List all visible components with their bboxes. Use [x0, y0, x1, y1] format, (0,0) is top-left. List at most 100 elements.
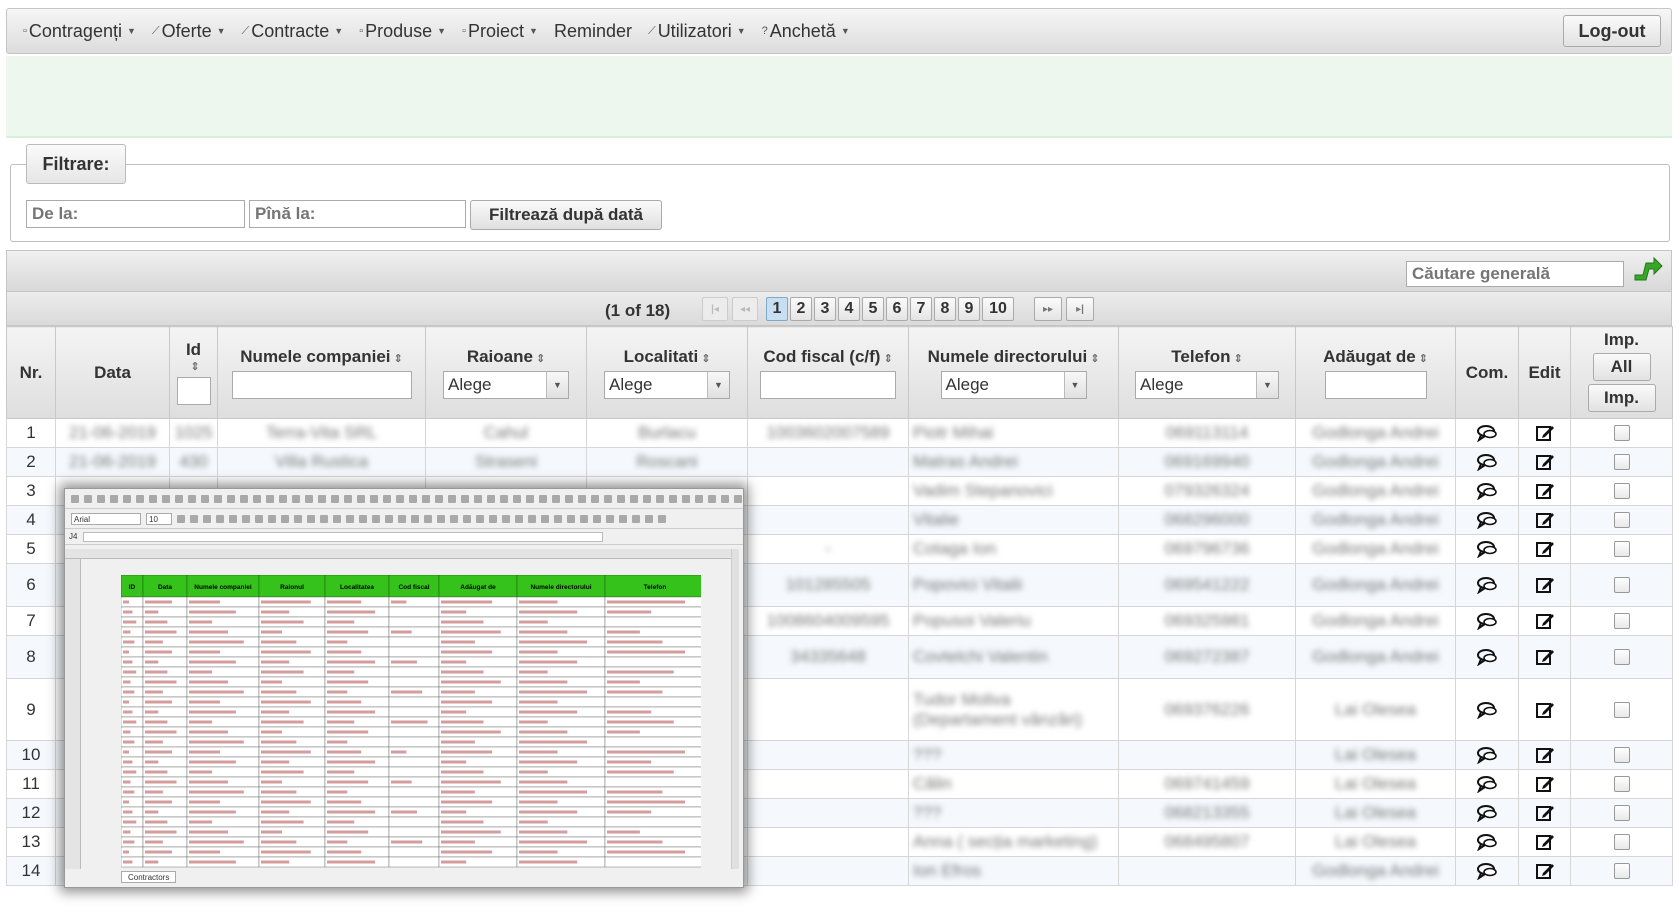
telefon-select[interactable]: Alege ▼ [1135, 370, 1279, 399]
comment-icon[interactable] [1460, 576, 1514, 594]
page-button[interactable]: 4 [838, 297, 860, 321]
global-search-input[interactable] [1406, 261, 1624, 287]
excel-export-icon[interactable] [1632, 255, 1664, 288]
sort-icon[interactable]: ⇕ [1233, 353, 1242, 365]
comment-icon[interactable] [1460, 862, 1514, 880]
edit-icon[interactable] [1523, 774, 1566, 794]
sort-icon[interactable]: ⇕ [1419, 353, 1428, 365]
logout-button[interactable]: Log-out [1563, 15, 1661, 47]
filter-legend[interactable]: Filtrare: [26, 144, 126, 184]
edit-icon[interactable] [1523, 481, 1566, 501]
chevron-down-icon[interactable]: ▼ [707, 371, 729, 398]
comment-icon[interactable] [1460, 453, 1514, 471]
menu-item-2[interactable]: ⟋ Contracte ▼ [234, 15, 352, 47]
comment-icon[interactable] [1460, 540, 1514, 558]
menu-item-7[interactable]: ? Anchetă ▼ [754, 15, 858, 47]
table-row[interactable]: 2 21-06-2019 430 Villa Rustica Straseni Rosca… [6, 447, 1673, 477]
table-row[interactable]: 1 21-06-2019 1025 Terra-Vita SRL Cahul Burlac… [6, 418, 1673, 448]
comment-icon[interactable] [1460, 648, 1514, 666]
comment-icon[interactable] [1460, 833, 1514, 851]
import-checkbox[interactable] [1613, 776, 1630, 792]
localitati-select[interactable]: Alege ▼ [604, 370, 730, 399]
sort-icon[interactable]: ⇕ [1090, 353, 1099, 365]
edit-icon[interactable] [1523, 575, 1566, 595]
page-button[interactable]: 6 [886, 297, 908, 321]
edit-icon[interactable] [1523, 611, 1566, 631]
chevron-down-icon[interactable]: ▼ [1256, 371, 1278, 398]
comment-icon[interactable] [1460, 424, 1514, 442]
col-cod-fiscal[interactable]: Cod fiscal (c/f) ⇕ [747, 326, 909, 419]
page-button[interactable]: 2 [790, 297, 812, 321]
first-page-button[interactable]: |◂ [702, 297, 728, 321]
date-from-input[interactable] [26, 200, 245, 228]
edit-icon[interactable] [1523, 745, 1566, 765]
page-button[interactable]: 7 [910, 297, 932, 321]
menu-item-0[interactable]: ▫ Contragenți ▼ [15, 15, 144, 47]
comment-icon[interactable] [1460, 511, 1514, 529]
edit-icon[interactable] [1523, 803, 1566, 823]
comment-icon[interactable] [1460, 804, 1514, 822]
import-checkbox[interactable] [1613, 863, 1630, 879]
edit-icon[interactable] [1523, 510, 1566, 530]
import-checkbox[interactable] [1613, 701, 1630, 718]
import-checkbox[interactable] [1613, 577, 1630, 593]
page-button[interactable]: 10 [982, 297, 1014, 321]
col-id[interactable]: Id ⇕ [169, 326, 218, 419]
page-button[interactable]: 8 [934, 297, 956, 321]
comment-icon[interactable] [1460, 482, 1514, 500]
comment-icon[interactable] [1460, 612, 1514, 630]
comment-icon[interactable] [1460, 746, 1514, 764]
cod-fiscal-filter-input[interactable] [760, 370, 896, 399]
page-button[interactable]: 1 [766, 297, 788, 321]
sort-icon[interactable]: ⇕ [883, 353, 892, 365]
import-checkbox[interactable] [1613, 512, 1630, 528]
edit-icon[interactable] [1523, 423, 1566, 443]
comment-icon[interactable] [1460, 775, 1514, 793]
col-localitati[interactable]: Localitati ⇕ Alege ▼ [586, 326, 748, 419]
comment-icon[interactable] [1460, 701, 1514, 719]
menu-item-6[interactable]: ⟋ Utilizatori ▼ [640, 15, 754, 47]
edit-icon[interactable] [1523, 832, 1566, 852]
prev-page-button[interactable]: ◂◂ [732, 297, 758, 321]
menu-item-3[interactable]: ▫ Produse ▼ [351, 15, 454, 47]
menu-item-4[interactable]: ▫ Proiect ▼ [454, 15, 546, 47]
col-telefon[interactable]: Telefon ⇕ Alege ▼ [1118, 326, 1296, 419]
sort-icon[interactable]: ⇕ [394, 353, 403, 365]
import-checkbox[interactable] [1613, 454, 1630, 470]
col-raion[interactable]: Raioane ⇕ Alege ▼ [425, 326, 587, 419]
next-page-button[interactable]: ▸▸ [1034, 297, 1062, 321]
edit-icon[interactable] [1523, 452, 1566, 472]
menu-item-1[interactable]: ⟋ Oferte ▼ [144, 15, 234, 47]
import-selected-button[interactable]: Imp. [1587, 384, 1656, 412]
import-checkbox[interactable] [1613, 541, 1630, 557]
import-checkbox[interactable] [1613, 834, 1630, 850]
import-checkbox[interactable] [1613, 613, 1630, 629]
col-adaugat[interactable]: Adăugat de ⇕ [1295, 326, 1456, 419]
col-director[interactable]: Numele directorului ⇕ Alege ▼ [908, 326, 1119, 419]
director-select[interactable]: Alege ▼ [940, 370, 1087, 399]
adaugat-filter-input[interactable] [1324, 370, 1427, 399]
page-button[interactable]: 5 [862, 297, 884, 321]
chevron-down-icon[interactable]: ▼ [1063, 371, 1086, 398]
last-page-button[interactable]: ▸| [1066, 297, 1094, 321]
page-button[interactable]: 9 [958, 297, 980, 321]
import-checkbox[interactable] [1613, 649, 1630, 665]
import-checkbox[interactable] [1613, 747, 1630, 763]
sort-icon[interactable]: ⇕ [536, 353, 545, 365]
sort-icon[interactable]: ⇕ [177, 360, 213, 373]
company-filter-input[interactable] [231, 370, 412, 399]
menu-item-5[interactable]: Reminder [546, 15, 640, 47]
edit-icon[interactable] [1523, 861, 1566, 881]
import-checkbox[interactable] [1613, 483, 1630, 499]
edit-icon[interactable] [1523, 700, 1566, 720]
import-all-button[interactable]: All [1592, 353, 1651, 381]
date-to-input[interactable] [249, 200, 466, 228]
edit-icon[interactable] [1523, 539, 1566, 559]
page-button[interactable]: 3 [814, 297, 836, 321]
filter-by-date-button[interactable]: Filtrează după dată [470, 200, 662, 230]
edit-icon[interactable] [1523, 647, 1566, 667]
chevron-down-icon[interactable]: ▼ [546, 371, 568, 398]
col-company[interactable]: Numele companiei ⇕ [217, 326, 426, 419]
import-checkbox[interactable] [1613, 805, 1630, 821]
raion-select[interactable]: Alege ▼ [443, 370, 569, 399]
